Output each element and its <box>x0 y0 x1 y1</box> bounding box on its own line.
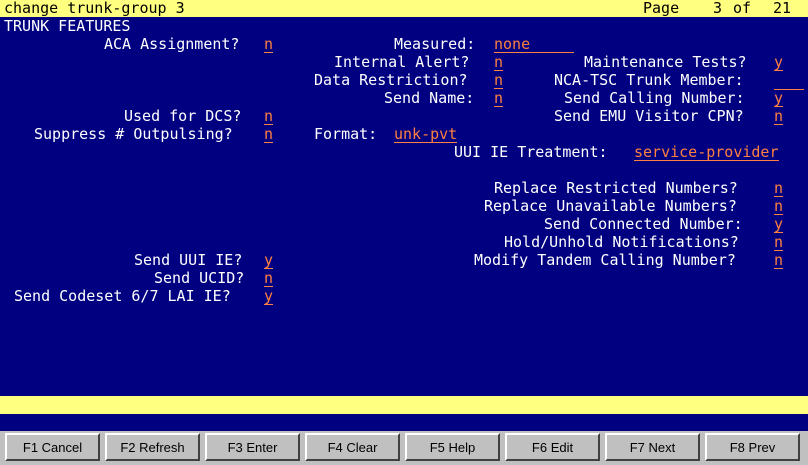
hold-unhold-notifications-label: Hold/Unhold Notifications? <box>504 233 739 251</box>
f2-refresh-button[interactable]: F2 Refresh <box>105 433 200 461</box>
nca-tsc-trunk-member-field[interactable] <box>774 72 804 90</box>
replace-restricted-numbers-field[interactable]: n <box>774 180 784 197</box>
f7-next-button[interactable]: F7 Next <box>605 433 700 461</box>
suppress-outpulsing-field[interactable]: n <box>264 126 274 143</box>
measured-label: Measured: <box>394 35 476 53</box>
internal-alert-label: Internal Alert? <box>334 53 470 71</box>
send-codeset-lai-ie-label: Send Codeset 6/7 LAI IE? <box>14 287 231 305</box>
page-of-label: of <box>733 0 752 17</box>
status-bar <box>0 396 808 414</box>
send-ucid-field[interactable]: n <box>264 270 274 287</box>
suppress-outpulsing-label: Suppress # Outpulsing? <box>34 125 233 143</box>
send-connected-number-field[interactable]: y <box>774 216 784 233</box>
send-name-field[interactable]: n <box>494 90 504 107</box>
data-restriction-label: Data Restriction? <box>314 71 468 89</box>
send-uui-ie-field[interactable]: y <box>264 252 274 269</box>
replace-unavailable-numbers-label: Replace Unavailable Numbers? <box>484 197 737 215</box>
send-uui-ie-label: Send UUI IE? <box>134 251 243 269</box>
modify-tandem-calling-number-field[interactable]: n <box>774 252 784 269</box>
title-bar: change trunk-group 3 Page 3 of 21 <box>0 0 808 17</box>
f4-clear-button[interactable]: F4 Clear <box>305 433 400 461</box>
uui-ie-treatment-field[interactable]: service-provider <box>634 144 779 161</box>
used-for-dcs-label: Used for DCS? <box>124 107 242 125</box>
f5-help-button[interactable]: F5 Help <box>405 433 500 461</box>
measured-field[interactable]: none <box>494 36 574 53</box>
send-calling-number-label: Send Calling Number: <box>564 89 745 107</box>
terminal-screen: change trunk-group 3 Page 3 of 21 TRUNK … <box>0 0 808 431</box>
f8-prev-button[interactable]: F8 Prev <box>705 433 800 461</box>
function-key-bar: F1 Cancel F2 Refresh F3 Enter F4 Clear F… <box>0 431 808 465</box>
send-calling-number-field[interactable]: y <box>774 90 784 107</box>
send-emu-visitor-cpn-label: Send EMU Visitor CPN? <box>554 107 744 125</box>
internal-alert-field[interactable]: n <box>494 54 504 71</box>
aca-assignment-field[interactable]: n <box>264 36 274 53</box>
section-title: TRUNK FEATURES <box>4 17 131 35</box>
send-emu-visitor-cpn-field[interactable]: n <box>774 108 784 125</box>
send-ucid-label: Send UCID? <box>154 269 245 287</box>
page-current: 3 <box>713 0 723 17</box>
hold-unhold-notifications-field[interactable]: n <box>774 234 784 251</box>
nca-tsc-trunk-member-label: NCA-TSC Trunk Member: <box>554 71 744 89</box>
format-label: Format: <box>314 125 378 143</box>
format-field[interactable]: unk-pvt <box>394 126 458 143</box>
data-restriction-field[interactable]: n <box>494 72 504 89</box>
modify-tandem-calling-number-label: Modify Tandem Calling Number? <box>474 251 736 269</box>
maintenance-tests-field[interactable]: y <box>774 54 784 71</box>
send-connected-number-label: Send Connected Number: <box>544 215 743 233</box>
page-label: Page <box>643 0 680 17</box>
replace-restricted-numbers-label: Replace Restricted Numbers? <box>494 179 738 197</box>
page-total: 21 <box>773 0 792 17</box>
maintenance-tests-label: Maintenance Tests? <box>584 53 747 71</box>
command-line: change trunk-group 3 <box>4 0 185 17</box>
send-codeset-lai-ie-field[interactable]: y <box>264 288 274 305</box>
f3-enter-button[interactable]: F3 Enter <box>205 433 300 461</box>
send-name-label: Send Name: <box>384 89 475 107</box>
aca-assignment-label: ACA Assignment? <box>104 35 240 53</box>
f6-edit-button[interactable]: F6 Edit <box>505 433 600 461</box>
replace-unavailable-numbers-field[interactable]: n <box>774 198 784 215</box>
uui-ie-treatment-label: UUI IE Treatment: <box>454 143 608 161</box>
used-for-dcs-field[interactable]: n <box>264 108 274 125</box>
f1-cancel-button[interactable]: F1 Cancel <box>5 433 100 461</box>
